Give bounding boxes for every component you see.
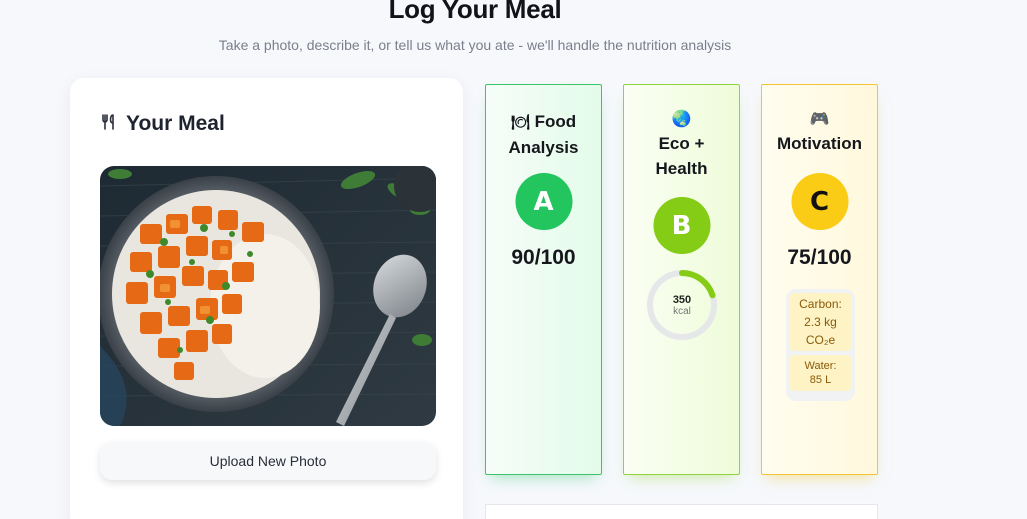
calorie-ring-label: 350 kcal xyxy=(646,269,718,341)
eco-health-card: 🌏 Eco + Health B 350 kcal xyxy=(623,84,740,475)
food-analysis-card: 🍽 Food Analysis A 90/100 xyxy=(485,84,602,475)
page-subtitle: Take a photo, describe it, or tell us wh… xyxy=(218,37,732,53)
globe-icon: 🌏 xyxy=(671,111,692,128)
eco-grade-badge: B xyxy=(653,197,710,254)
water-value: 85 L xyxy=(809,374,832,386)
eco-title-line1: Eco + xyxy=(658,134,705,153)
meal-panel-title: Your Meal xyxy=(126,112,225,135)
calorie-value: 350 xyxy=(672,293,692,306)
plate-icon: 🍽 xyxy=(510,114,530,131)
carbon-stat: Carbon: 2.3 kg CO₂e xyxy=(790,293,851,351)
carbon-value: 2.3 kg xyxy=(804,315,837,329)
eco-health-title: 🌏 Eco + Health xyxy=(624,109,739,181)
food-analysis-title: 🍽 Food Analysis xyxy=(486,109,601,160)
water-stat: Water: 85 L xyxy=(790,355,851,391)
meal-header: Your Meal xyxy=(100,112,225,136)
motivation-score: 75/100 xyxy=(787,246,852,269)
food-title-line2: Analysis xyxy=(508,138,579,157)
motivation-card: 🎮 Motivation C 75/100 Carbon: 2.3 kg CO₂… xyxy=(761,84,878,475)
water-label: Water: xyxy=(804,360,837,372)
food-title-line1: Food xyxy=(534,112,577,131)
meal-panel: Your Meal Upload New Photo xyxy=(70,78,463,519)
food-grade-badge: A xyxy=(515,173,572,230)
bottom-card xyxy=(485,504,878,519)
upload-photo-button[interactable]: Upload New Photo xyxy=(100,442,436,480)
fork-knife-icon xyxy=(100,113,118,136)
food-score: 90/100 xyxy=(511,246,576,269)
calorie-unit: kcal xyxy=(673,305,691,317)
motivation-grade-badge: C xyxy=(791,173,848,230)
game-controller-icon: 🎮 xyxy=(809,111,830,128)
eco-title-line2: Health xyxy=(655,159,708,178)
motivation-title: 🎮 Motivation xyxy=(762,109,877,156)
meal-photo xyxy=(100,166,436,426)
impact-panel: Carbon: 2.3 kg CO₂e Water: 85 L xyxy=(786,289,855,401)
page-title: Log Your Meal xyxy=(388,0,562,24)
carbon-unit: CO₂e xyxy=(805,333,836,347)
carbon-label: Carbon: xyxy=(799,297,842,311)
motivation-title-text: Motivation xyxy=(777,134,862,153)
